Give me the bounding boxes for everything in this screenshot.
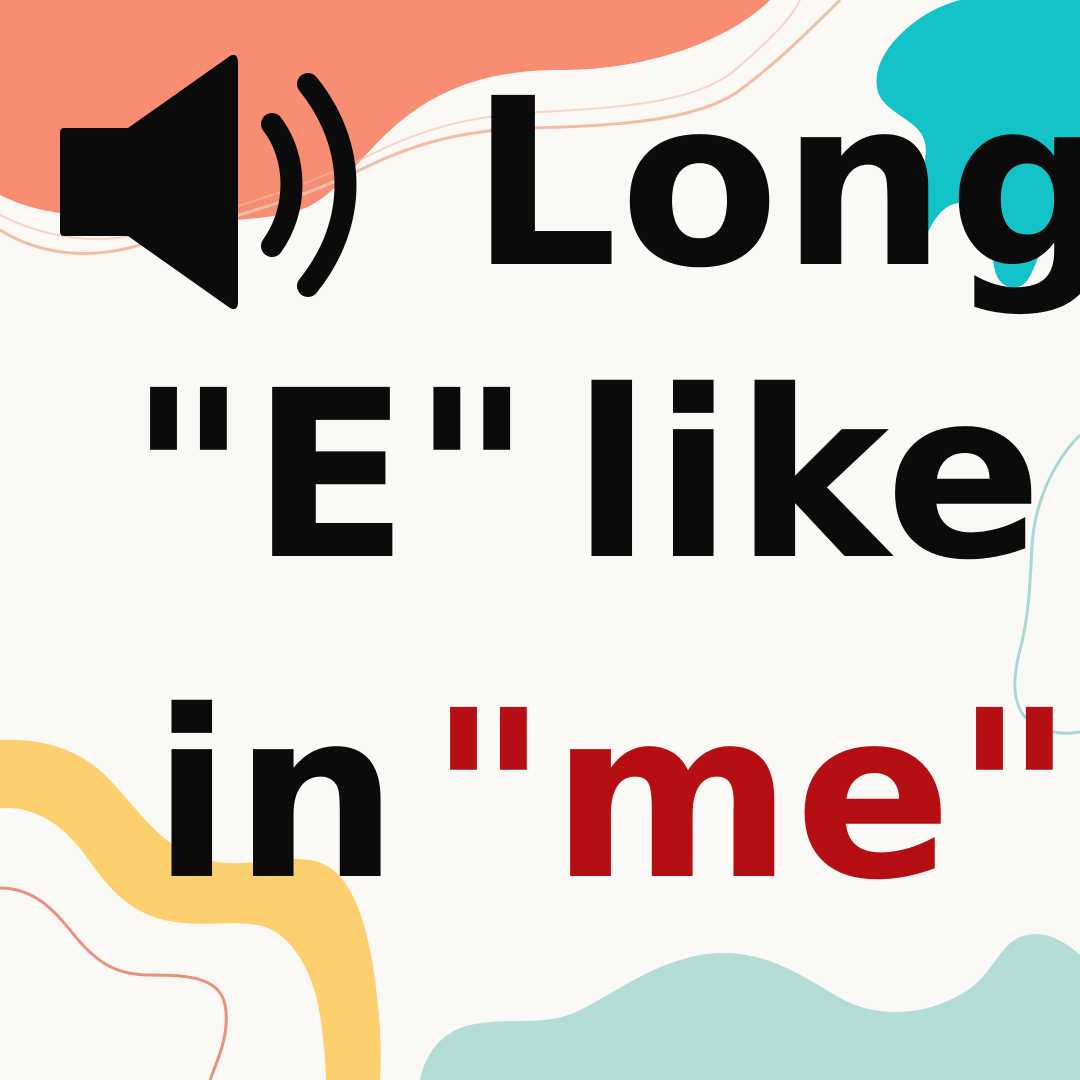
title-word-me: "me" bbox=[428, 661, 1077, 931]
slide-canvas: Long "E" like in "me" bbox=[0, 0, 1080, 1080]
title-word-like: like bbox=[572, 341, 1045, 611]
speaker-volume-icon bbox=[60, 54, 357, 310]
title-word-long: Long bbox=[470, 49, 1080, 319]
title-word-in: in bbox=[152, 661, 401, 931]
title-word-e: "E" bbox=[128, 341, 535, 611]
mint-blob bbox=[420, 934, 1080, 1080]
